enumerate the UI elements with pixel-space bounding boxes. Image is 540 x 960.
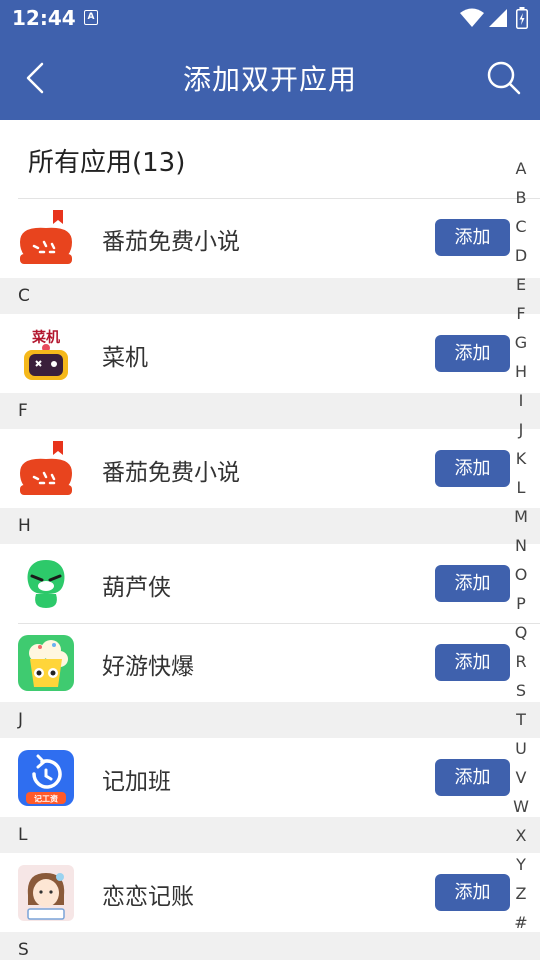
search-icon[interactable] [482, 56, 526, 100]
tomato-novel-icon [20, 441, 72, 495]
index-letter[interactable]: G [506, 328, 536, 357]
app-name: 葫芦侠 [102, 575, 171, 601]
app-row[interactable]: 番茄免费小说 添加 [0, 429, 540, 509]
index-letter[interactable]: Z [506, 879, 536, 908]
add-button[interactable]: 添加 [435, 219, 510, 256]
status-time: 12:44 [12, 6, 76, 30]
lianlian-icon [18, 865, 74, 921]
app-name: 恋恋记账 [102, 884, 194, 910]
index-letter[interactable]: D [506, 241, 536, 270]
battery-icon [516, 7, 528, 29]
letter-header-label: F [18, 401, 28, 421]
caiji-icon-text: 菜机 [31, 329, 60, 346]
index-letter[interactable]: A [506, 154, 536, 183]
index-letter[interactable]: L [506, 473, 536, 502]
index-letter[interactable]: R [506, 647, 536, 676]
jijiaban-icon: 记工资 [18, 750, 74, 806]
index-letter[interactable]: F [506, 299, 536, 328]
letter-header: F [0, 393, 540, 429]
app-row[interactable]: 恋恋记账 添加 [0, 853, 540, 933]
letter-header: H [0, 508, 540, 544]
add-button[interactable]: 添加 [435, 644, 510, 681]
app-row[interactable]: 菜机 菜机 添加 [0, 314, 540, 394]
letter-header: J [0, 702, 540, 738]
alphabet-index[interactable]: A B C D E F G H I J K L M N O P Q R S T … [506, 154, 536, 937]
index-letter[interactable]: Y [506, 850, 536, 879]
index-letter[interactable]: P [506, 589, 536, 618]
huluxia-icon [27, 560, 65, 608]
haoyou-icon [18, 635, 74, 691]
caiji-icon: 菜机 [24, 329, 68, 380]
page-title: 添加双开应用 [182, 63, 357, 96]
index-letter[interactable]: Q [506, 618, 536, 647]
add-button[interactable]: 添加 [435, 335, 510, 372]
index-letter[interactable]: # [506, 908, 536, 937]
add-button[interactable]: 添加 [435, 759, 510, 796]
app-row[interactable]: 葫芦侠 添加 [0, 544, 540, 624]
index-letter[interactable]: E [506, 270, 536, 299]
letter-header-label: S [18, 940, 29, 960]
add-button[interactable]: 添加 [435, 450, 510, 487]
jijiaban-icon-text: 记工资 [34, 794, 58, 804]
add-button[interactable]: 添加 [435, 565, 510, 602]
index-letter[interactable]: V [506, 763, 536, 792]
index-letter[interactable]: W [506, 792, 536, 821]
index-letter[interactable]: J [506, 415, 536, 444]
index-letter[interactable]: S [506, 676, 536, 705]
letter-header-label: C [18, 286, 30, 306]
index-letter[interactable]: O [506, 560, 536, 589]
app-row[interactable]: 番茄免费小说 添加 [0, 198, 540, 278]
index-letter[interactable]: N [506, 531, 536, 560]
add-button[interactable]: 添加 [435, 874, 510, 911]
wifi-icon [460, 8, 484, 27]
divider [18, 623, 540, 624]
all-apps-title: 所有应用(13) [28, 148, 186, 178]
index-letter[interactable]: H [506, 357, 536, 386]
divider [18, 198, 540, 199]
app-name: 菜机 [102, 345, 148, 371]
index-letter[interactable]: K [506, 444, 536, 473]
letter-header: S [0, 932, 540, 960]
index-letter[interactable]: T [506, 705, 536, 734]
index-letter[interactable]: X [506, 821, 536, 850]
signal-icon [489, 9, 507, 27]
app-bar: 添加双开应用 [0, 36, 540, 120]
letter-header-label: L [18, 825, 28, 845]
index-letter[interactable]: I [506, 386, 536, 415]
index-letter[interactable]: U [506, 734, 536, 763]
letter-header: C [0, 278, 540, 314]
app-name: 番茄免费小说 [102, 229, 240, 255]
tomato-novel-icon [20, 210, 72, 264]
notification-icon: A [84, 10, 98, 25]
app-name: 好游快爆 [102, 654, 194, 680]
status-bar: 12:44 A [0, 0, 540, 36]
index-letter[interactable]: B [506, 183, 536, 212]
app-row[interactable]: 好游快爆 添加 [0, 623, 540, 703]
app-name: 番茄免费小说 [102, 460, 240, 486]
letter-header: L [0, 817, 540, 853]
letter-header-label: H [18, 516, 31, 536]
index-letter[interactable]: M [506, 502, 536, 531]
app-name: 记加班 [102, 769, 171, 795]
index-letter[interactable]: C [506, 212, 536, 241]
letter-header-label: J [18, 710, 24, 730]
app-row[interactable]: 记工资 记加班 添加 [0, 738, 540, 818]
